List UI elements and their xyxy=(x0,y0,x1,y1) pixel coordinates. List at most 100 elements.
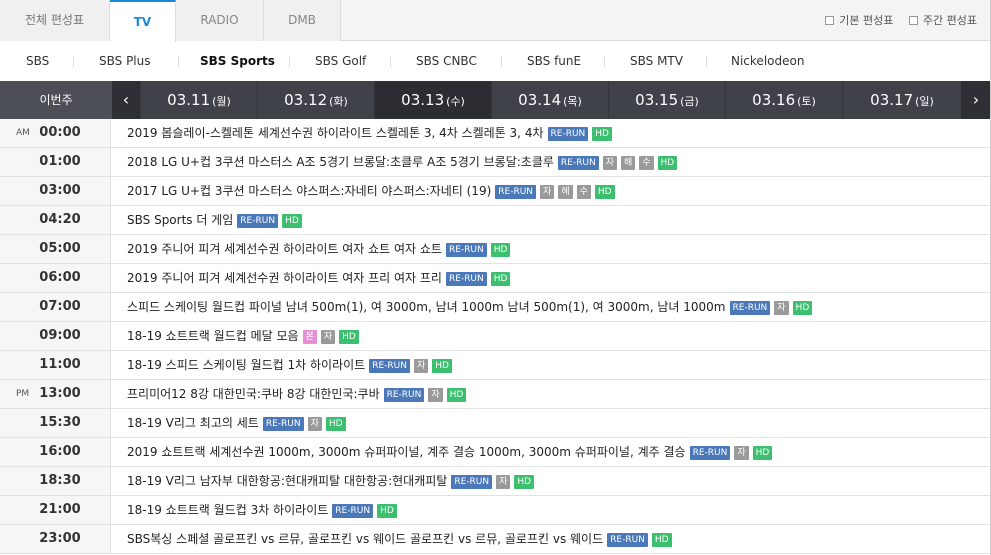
rerun-badge: RE-RUN xyxy=(445,243,487,257)
channel-sbs-golf[interactable]: SBS Golf xyxy=(315,41,366,81)
divider xyxy=(706,56,707,67)
sign-language-badge: 수 xyxy=(576,185,591,199)
program-time: 21:00 xyxy=(39,502,81,517)
day-tab[interactable]: 03.14 (목) xyxy=(491,81,608,119)
rerun-badge: RE-RUN xyxy=(332,504,374,518)
tab-dmb[interactable]: DMB xyxy=(264,0,341,41)
hd-badge: HD xyxy=(657,156,678,170)
program-time: 11:00 xyxy=(39,357,81,372)
this-week-button[interactable]: 이번주 xyxy=(0,81,112,119)
day-date: 03.17 xyxy=(870,91,914,109)
day-tab[interactable]: 03.16 (토) xyxy=(725,81,842,119)
program-time: 09:00 xyxy=(39,328,81,343)
chevron-right-icon[interactable]: › xyxy=(961,81,991,119)
schedule-row: 05:00 2019 주니어 피겨 세계선수권 하이라이트 여자 쇼트 여자 쇼트… xyxy=(0,235,991,264)
day-weekday: (금) xyxy=(680,95,699,108)
chevron-left-icon[interactable]: ‹ xyxy=(112,81,140,119)
program-cell: 18-19 V리그 남자부 대한항공:현대캐피탈 대한항공:현대캐피탈 RE-RU… xyxy=(127,467,535,495)
subtitle-badge: 자 xyxy=(540,185,555,199)
divider xyxy=(501,56,502,67)
tab-tv[interactable]: TV xyxy=(110,0,176,42)
day-tab[interactable]: 03.15 (금) xyxy=(608,81,725,119)
subtitle-badge: 자 xyxy=(428,388,443,402)
hd-badge: HD xyxy=(377,504,397,518)
program-cell: 2019 쇼트트랙 세계선수권 1000m, 3000m 슈퍼파이널, 계주 결… xyxy=(127,438,773,466)
rerun-badge: RE-RUN xyxy=(369,359,410,373)
day-weekday: (수) xyxy=(446,95,465,108)
day-weekday: (월) xyxy=(212,95,231,108)
rerun-badge: RE-RUN xyxy=(689,446,731,460)
program-title[interactable]: 프리미어12 8강 대한민국:쿠바 8강 대한민국:쿠바 xyxy=(127,387,380,401)
schedule-row: PM 13:00 프리미어12 8강 대한민국:쿠바 8강 대한민국:쿠바 RE-RU… xyxy=(0,380,991,409)
hd-badge: HD xyxy=(594,185,615,199)
hd-badge: HD xyxy=(339,330,359,344)
program-time: 16:00 xyxy=(39,444,81,459)
day-tab[interactable]: 03.17 (일) xyxy=(842,81,961,119)
schedule-row: 18:30 18-19 V리그 남자부 대한항공:현대캐피탈 대한항공:현대캐피탈… xyxy=(0,467,991,496)
program-title[interactable]: SBS복싱 스페셜 골로프킨 vs 르뮤, 골로프킨 vs 웨이드 골로프킨 v… xyxy=(127,532,603,546)
schedule-row: 15:30 18-19 V리그 최고의 세트 RE-RUN 자 HD xyxy=(0,409,991,438)
rerun-badge: RE-RUN xyxy=(237,214,279,228)
program-title[interactable]: 18-19 스피드 스케이팅 월드컵 1차 하이라이트 xyxy=(127,358,365,372)
program-title[interactable]: 2019 주니어 피겨 세계선수권 하이라이트 여자 쇼트 여자 쇼트 xyxy=(127,242,442,256)
divider xyxy=(73,56,74,67)
schedule-row: 06:00 2019 주니어 피겨 세계선수권 하이라이트 여자 프리 여자 프리… xyxy=(0,264,991,293)
channel-sbs-cnbc[interactable]: SBS CNBC xyxy=(416,41,477,81)
program-title[interactable]: 2019 주니어 피겨 세계선수권 하이라이트 여자 프리 여자 프리 xyxy=(127,271,442,285)
rerun-badge: RE-RUN xyxy=(445,272,487,286)
program-title[interactable]: 18-19 V리그 최고의 세트 xyxy=(127,416,259,430)
view-options: 기본 편성표 주간 편성표 xyxy=(813,0,977,41)
day-tab[interactable]: 03.11 (월) xyxy=(140,81,257,119)
time-cell: 03:00 xyxy=(0,177,111,205)
subtitle-badge: 자 xyxy=(734,446,749,460)
program-cell: 스피드 스케이팅 월드컵 파이널 남녀 500m(1), 여 3000m, 남녀… xyxy=(127,293,813,321)
program-title[interactable]: 18-19 V리그 남자부 대한항공:현대캐피탈 대한항공:현대캐피탈 xyxy=(127,474,447,488)
checkbox-icon[interactable] xyxy=(908,16,918,25)
time-cell: AM 00:00 xyxy=(0,119,111,147)
rerun-badge: RE-RUN xyxy=(729,301,771,315)
program-title[interactable]: 2017 LG U+컵 3쿠션 마스터스 야스퍼스:자네티 야스퍼스:자네티 (… xyxy=(127,184,491,198)
day-weekday: (일) xyxy=(915,95,934,108)
schedule-row: 04:20 SBS Sports 더 게임 RE-RUN HD xyxy=(0,206,991,235)
channel-sbs-mtv[interactable]: SBS MTV xyxy=(630,41,683,81)
checkbox-icon[interactable] xyxy=(825,16,835,25)
program-title[interactable]: 2019 봅슬레이-스켈레톤 세계선수권 하이라이트 스켈레톤 3, 4차 스켈… xyxy=(127,126,544,140)
program-title[interactable]: 2018 LG U+컵 3쿠션 마스터스 A조 5경기 브롱달:초클루 A조 5… xyxy=(127,155,554,169)
schedule-row: 01:00 2018 LG U+컵 3쿠션 마스터스 A조 5경기 브롱달:초클루… xyxy=(0,148,991,177)
program-title[interactable]: 2019 쇼트트랙 세계선수권 1000m, 3000m 슈퍼파이널, 계주 결… xyxy=(127,445,686,459)
basic-schedule-option[interactable]: 기본 편성표 xyxy=(825,0,893,41)
program-cell: 18-19 쇼트트랙 월드컵 메달 모음 본 자 HD xyxy=(127,322,359,350)
schedule-row: 23:00 SBS복싱 스페셜 골로프킨 vs 르뮤, 골로프킨 vs 웨이드 골… xyxy=(0,525,991,554)
program-title[interactable]: SBS Sports 더 게임 xyxy=(127,213,233,227)
weekly-schedule-option[interactable]: 주간 편성표 xyxy=(908,0,977,41)
hd-badge: HD xyxy=(792,301,813,315)
program-title[interactable]: 18-19 쇼트트랙 월드컵 3차 하이라이트 xyxy=(127,503,328,517)
channel-sbs[interactable]: SBS xyxy=(26,41,49,81)
channel-sbs-plus[interactable]: SBS Plus xyxy=(99,41,151,81)
channel-nickelodeon[interactable]: Nickelodeon xyxy=(731,41,804,81)
first-run-badge: 본 xyxy=(302,330,317,344)
tab-all-schedule[interactable]: 전체 편성표 xyxy=(0,0,110,41)
ampm-label: AM xyxy=(16,128,30,138)
day-tab[interactable]: 03.12 (화) xyxy=(257,81,374,119)
program-time: 05:00 xyxy=(39,241,81,256)
time-cell: 18:30 xyxy=(0,467,111,495)
channel-sbs-sports[interactable]: SBS Sports xyxy=(200,41,275,81)
day-date: 03.11 xyxy=(167,91,211,109)
program-title[interactable]: 스피드 스케이팅 월드컵 파이널 남녀 500m(1), 여 3000m, 남녀… xyxy=(127,300,726,314)
day-date: 03.15 xyxy=(635,91,679,109)
program-time: 07:00 xyxy=(39,299,81,314)
day-date: 03.12 xyxy=(284,91,328,109)
divider xyxy=(390,56,391,67)
day-tab-active[interactable]: 03.13 (수) xyxy=(374,81,491,119)
channel-sbs-fune[interactable]: SBS funE xyxy=(527,41,581,81)
day-date: 03.13 xyxy=(401,91,445,109)
tab-radio[interactable]: RADIO xyxy=(176,0,264,41)
program-title[interactable]: 18-19 쇼트트랙 월드컵 메달 모음 xyxy=(127,329,299,343)
time-cell: 16:00 xyxy=(0,438,111,466)
time-cell: 05:00 xyxy=(0,235,111,263)
program-time: 00:00 xyxy=(39,125,81,140)
subtitle-badge: 자 xyxy=(602,156,617,170)
time-cell: 04:20 xyxy=(0,206,111,234)
subtitle-badge: 자 xyxy=(413,359,429,373)
